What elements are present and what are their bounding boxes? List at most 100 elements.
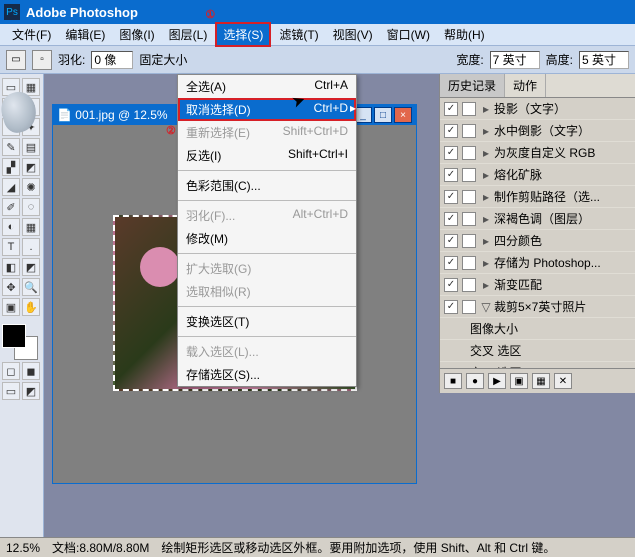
check-icon[interactable]: ✓ (444, 146, 458, 160)
menu-item-3[interactable]: 反选(I)Shift+Ctrl+I (178, 144, 356, 167)
mode-button[interactable]: ▫ (32, 50, 52, 70)
menu-item-8[interactable]: 修改(M) (178, 227, 356, 250)
expand-icon[interactable]: ▸ (480, 278, 492, 292)
history-row-6[interactable]: ✓▸四分颜色 (440, 230, 635, 252)
history-label: 熔化矿脉 (494, 166, 542, 183)
history-label: 交叉 选区 (470, 364, 521, 368)
tool-l-4[interactable]: ▞ (2, 158, 20, 176)
maximize-button[interactable]: □ (374, 107, 392, 123)
toggle-icon[interactable] (462, 278, 476, 292)
close-button[interactable]: × (394, 107, 412, 123)
tool-l-6[interactable]: ✐ (2, 198, 20, 216)
menu-1[interactable]: 编辑(E) (59, 24, 111, 45)
tool-preset-button[interactable]: ▭ (6, 50, 26, 70)
color-swatches[interactable] (2, 324, 38, 360)
tool-b-2[interactable]: ▭ (2, 382, 20, 400)
history-row-10[interactable]: 图像大小 (440, 318, 635, 340)
tool-l-10[interactable]: ✥ (2, 278, 20, 296)
expand-icon[interactable]: ▽ (480, 300, 492, 314)
check-icon[interactable]: ✓ (444, 168, 458, 182)
tool-r-11[interactable]: ✋ (22, 298, 40, 316)
check-icon[interactable]: ✓ (444, 102, 458, 116)
expand-icon[interactable]: ▸ (480, 102, 492, 116)
tool-b-1[interactable]: ◼ (22, 362, 40, 380)
menu-item-0[interactable]: 全选(A)Ctrl+A (178, 75, 356, 98)
tool-r-8[interactable]: . (22, 238, 40, 256)
tab-actions[interactable]: 动作 (505, 74, 546, 97)
menu-7[interactable]: 窗口(W) (381, 24, 436, 45)
tool-l-9[interactable]: ◧ (2, 258, 20, 276)
tool-b-3[interactable]: ◩ (22, 382, 40, 400)
check-icon[interactable]: ✓ (444, 278, 458, 292)
toggle-icon[interactable] (462, 168, 476, 182)
toggle-icon[interactable] (462, 212, 476, 226)
panel-btn-1[interactable]: ● (466, 373, 484, 389)
feather-input[interactable] (91, 51, 133, 69)
menu-0[interactable]: 文件(F) (6, 24, 57, 45)
height-input[interactable] (579, 51, 629, 69)
menu-item-5[interactable]: 色彩范围(C)... (178, 174, 356, 197)
tool-b-0[interactable]: ◻ (2, 362, 20, 380)
check-icon[interactable]: ✓ (444, 300, 458, 314)
expand-icon[interactable]: ▸ (480, 168, 492, 182)
toggle-icon[interactable] (462, 146, 476, 160)
menu-6[interactable]: 视图(V) (327, 24, 379, 45)
history-row-8[interactable]: ✓▸渐变匹配 (440, 274, 635, 296)
panel-btn-5[interactable]: ✕ (554, 373, 572, 389)
tool-l-8[interactable]: T (2, 238, 20, 256)
menu-4[interactable]: 选择(S)① (215, 22, 271, 47)
history-row-11[interactable]: 交叉 选区 (440, 340, 635, 362)
toggle-icon[interactable] (462, 300, 476, 314)
check-icon[interactable]: ✓ (444, 256, 458, 270)
expand-icon[interactable]: ▸ (480, 124, 492, 138)
tab-history[interactable]: 历史记录 (440, 74, 505, 97)
history-row-4[interactable]: ✓▸制作剪贴路径（选... (440, 186, 635, 208)
history-row-2[interactable]: ✓▸为灰度自定义 RGB (440, 142, 635, 164)
toggle-icon[interactable] (462, 234, 476, 248)
tool-r-10[interactable]: 🔍 (22, 278, 40, 296)
history-row-0[interactable]: ✓▸投影（文字） (440, 98, 635, 120)
toggle-icon[interactable] (462, 124, 476, 138)
menu-3[interactable]: 图层(L) (163, 24, 214, 45)
menu-item-13[interactable]: 变换选区(T) (178, 310, 356, 333)
tool-r-4[interactable]: ◩ (22, 158, 40, 176)
tool-r-6[interactable]: ◌ (22, 198, 40, 216)
tool-l-3[interactable]: ✎ (2, 138, 20, 156)
history-row-1[interactable]: ✓▸水中倒影（文字） (440, 120, 635, 142)
tool-l-7[interactable]: ◐ (2, 218, 20, 236)
history-row-9[interactable]: ✓ ▽裁剪5×7英寸照片 (440, 296, 635, 318)
menu-5[interactable]: 滤镜(T) (273, 24, 324, 45)
menu-8[interactable]: 帮助(H) (438, 24, 491, 45)
panel-btn-0[interactable]: ■ (444, 373, 462, 389)
history-label: 裁剪5×7英寸照片 (494, 298, 586, 315)
tool-r-5[interactable]: ✺ (22, 178, 40, 196)
panel-btn-4[interactable]: ▦ (532, 373, 550, 389)
history-row-7[interactable]: ✓▸存储为 Photoshop... (440, 252, 635, 274)
toggle-icon[interactable] (462, 102, 476, 116)
tool-l-11[interactable]: ▣ (2, 298, 20, 316)
width-input[interactable] (490, 51, 540, 69)
history-row-3[interactable]: ✓ ▸熔化矿脉 (440, 164, 635, 186)
check-icon[interactable]: ✓ (444, 212, 458, 226)
panel-btn-3[interactable]: ▣ (510, 373, 528, 389)
expand-icon[interactable]: ▸ (480, 234, 492, 248)
tool-r-3[interactable]: ▤ (22, 138, 40, 156)
expand-icon[interactable]: ▸ (480, 190, 492, 204)
zoom-level[interactable]: 12.5% (6, 541, 40, 555)
menu-2[interactable]: 图像(I) (113, 24, 160, 45)
tool-r-9[interactable]: ◩ (22, 258, 40, 276)
check-icon[interactable]: ✓ (444, 190, 458, 204)
menu-item-16[interactable]: 存储选区(S)... (178, 363, 356, 386)
expand-icon[interactable]: ▸ (480, 256, 492, 270)
expand-icon[interactable]: ▸ (480, 212, 492, 226)
check-icon[interactable]: ✓ (444, 124, 458, 138)
toggle-icon[interactable] (462, 256, 476, 270)
check-icon[interactable]: ✓ (444, 234, 458, 248)
panel-btn-2[interactable]: ▶ (488, 373, 506, 389)
tool-l-5[interactable]: ◢ (2, 178, 20, 196)
toggle-icon[interactable] (462, 190, 476, 204)
history-row-5[interactable]: ✓▸深褐色调（图层） (440, 208, 635, 230)
expand-icon[interactable]: ▸ (480, 146, 492, 160)
menu-item-1[interactable]: 取消选择(D)Ctrl+D▸ (178, 98, 356, 121)
tool-r-7[interactable]: ▦ (22, 218, 40, 236)
